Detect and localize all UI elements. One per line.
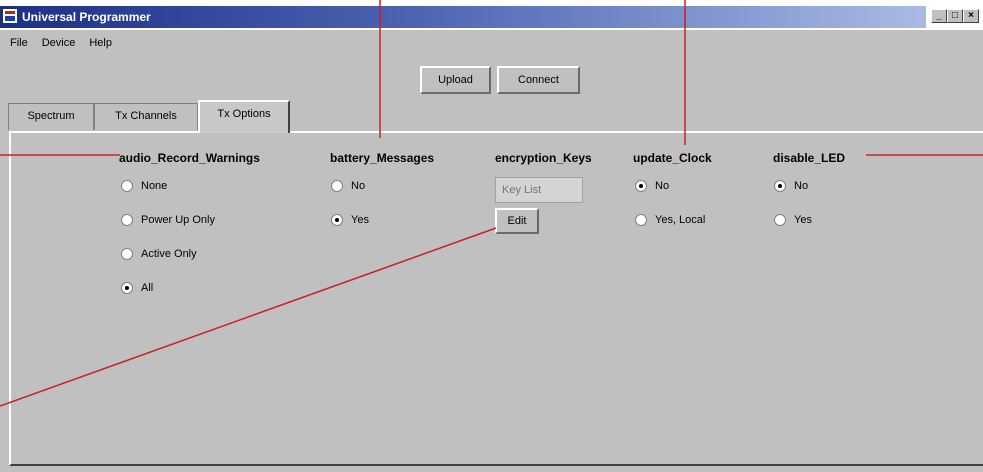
radio-button[interactable] [121, 248, 133, 260]
app-window: Universal Programmer _ □ × File Device H… [0, 0, 983, 472]
radio-battery-yes[interactable]: Yes [331, 214, 369, 226]
radio-label: Power Up Only [141, 214, 215, 226]
close-icon[interactable]: × [963, 9, 979, 23]
radio-label: No [655, 180, 670, 192]
radio-button[interactable] [121, 180, 133, 192]
radio-label: No [351, 180, 366, 192]
radio-button[interactable] [774, 214, 786, 226]
radio-audio-active-only[interactable]: Active Only [121, 248, 197, 260]
radio-label: Active Only [141, 248, 197, 260]
title-bar[interactable]: Universal Programmer _ □ × [0, 0, 983, 30]
heading-disable-led: disable_LED [773, 151, 846, 165]
radio-button[interactable] [331, 180, 343, 192]
radio-led-no[interactable]: No [774, 180, 808, 192]
radio-button[interactable] [121, 214, 133, 226]
radio-button-selected[interactable] [331, 214, 343, 226]
menu-bar: File Device Help [10, 37, 112, 49]
edit-keys-button[interactable]: Edit [495, 208, 539, 234]
window-title: Universal Programmer [22, 10, 151, 24]
maximize-icon[interactable]: □ [947, 9, 963, 23]
upload-button[interactable]: Upload [420, 66, 491, 94]
heading-battery-messages: battery_Messages [330, 151, 435, 165]
radio-battery-no[interactable]: No [331, 180, 365, 192]
radio-label: All [141, 282, 154, 294]
heading-audio-record-warnings: audio_Record_Warnings [119, 151, 260, 165]
radio-button-selected[interactable] [635, 180, 647, 192]
radio-audio-all[interactable]: All [121, 282, 153, 294]
radio-clock-yes-local[interactable]: Yes, Local [635, 214, 705, 226]
radio-button[interactable] [635, 214, 647, 226]
radio-led-yes[interactable]: Yes [774, 214, 812, 226]
tab-tx-channels[interactable]: Tx Channels [94, 103, 198, 130]
radio-label: None [141, 180, 168, 192]
radio-label: Yes [794, 214, 812, 226]
heading-encryption-keys: encryption_Keys [495, 151, 592, 165]
heading-update-clock: update_Clock [633, 151, 712, 165]
menu-help[interactable]: Help [89, 37, 112, 49]
radio-label: Yes, Local [655, 214, 706, 226]
radio-label: No [794, 180, 809, 192]
window-controls: _ □ × [931, 9, 979, 23]
radio-button-selected[interactable] [121, 282, 133, 294]
key-list-field [495, 177, 583, 203]
radio-label: Yes [351, 214, 369, 226]
radio-audio-none[interactable]: None [121, 180, 167, 192]
radio-audio-power-up-only[interactable]: Power Up Only [121, 214, 215, 226]
radio-clock-no[interactable]: No [635, 180, 669, 192]
app-icon [2, 8, 18, 24]
menu-file[interactable]: File [10, 37, 28, 49]
menu-device[interactable]: Device [42, 37, 76, 49]
radio-button-selected[interactable] [774, 180, 786, 192]
minimize-icon[interactable]: _ [931, 9, 947, 23]
tab-tx-options[interactable]: Tx Options [198, 100, 290, 133]
connect-button[interactable]: Connect [497, 66, 580, 94]
tab-spectrum[interactable]: Spectrum [8, 103, 94, 130]
